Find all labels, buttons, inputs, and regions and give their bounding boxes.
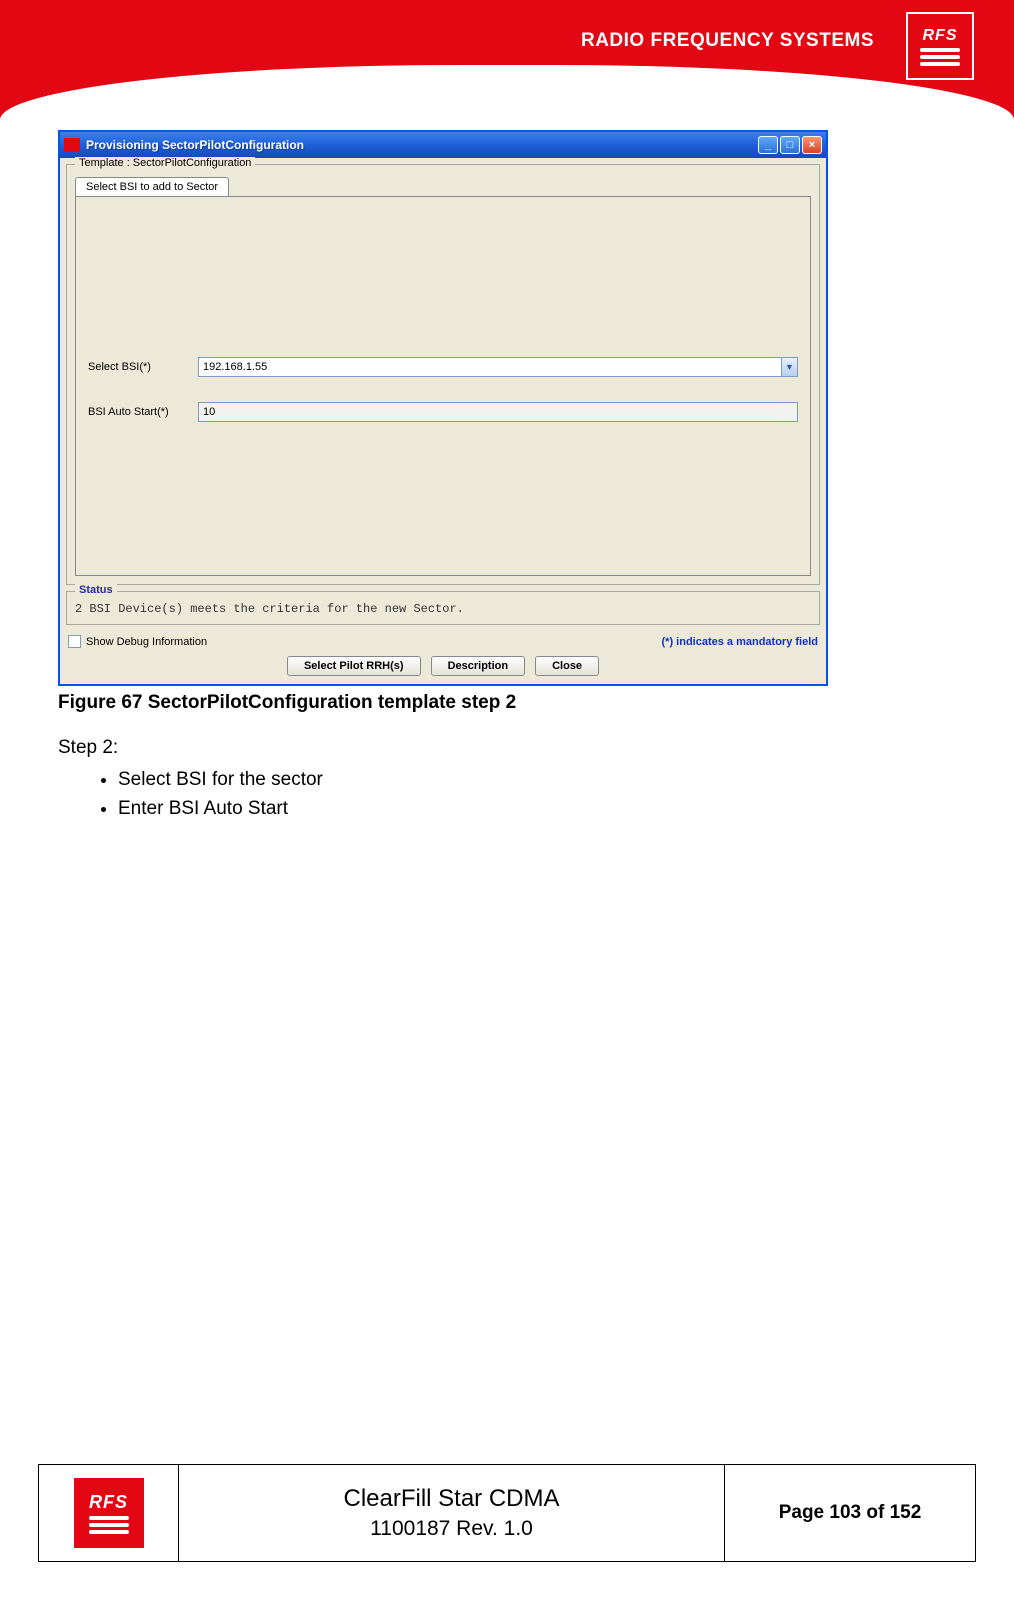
button-row: Select Pilot RRH(s) Description Close xyxy=(60,652,826,684)
select-pilot-rrh-button[interactable]: Select Pilot RRH(s) xyxy=(287,656,421,676)
logo-wave-icon xyxy=(920,62,960,66)
label-bsi-auto-start: BSI Auto Start(*) xyxy=(88,406,198,418)
bullet-item: Select BSI for the sector xyxy=(118,766,956,794)
checkbox-box-icon[interactable] xyxy=(68,635,81,648)
status-legend: Status xyxy=(75,584,117,596)
app-icon xyxy=(64,138,80,152)
show-debug-checkbox[interactable]: Show Debug Information xyxy=(68,635,207,648)
tab-select-bsi[interactable]: Select BSI to add to Sector xyxy=(75,177,229,196)
bullet-item: Enter BSI Auto Start xyxy=(118,795,956,823)
status-text: 2 BSI Device(s) meets the criteria for t… xyxy=(75,602,811,616)
bsi-auto-start-input[interactable] xyxy=(198,402,798,422)
description-button[interactable]: Description xyxy=(431,656,526,676)
row-select-bsi: Select BSI(*) ▼ xyxy=(88,357,798,377)
show-debug-label: Show Debug Information xyxy=(86,636,207,648)
rfs-logo-text: RFS xyxy=(923,27,958,45)
footer-page-number: Page 103 of 152 xyxy=(779,1502,922,1524)
logo-wave-icon xyxy=(89,1516,129,1520)
step-heading: Step 2: xyxy=(58,734,956,762)
rfs-logo: RFS xyxy=(906,12,974,80)
rfs-logo-footer: RFS xyxy=(74,1478,144,1548)
window-title: Provisioning SectorPilotConfiguration xyxy=(86,138,758,152)
footer-logo-cell: RFS xyxy=(39,1465,179,1561)
footer-center-cell: ClearFill Star CDMA 1100187 Rev. 1.0 xyxy=(179,1465,725,1561)
rfs-logo-text-footer: RFS xyxy=(89,1492,128,1513)
template-legend: Template : SectorPilotConfiguration xyxy=(75,157,255,169)
page-footer: RFS ClearFill Star CDMA 1100187 Rev. 1.0… xyxy=(38,1464,976,1562)
step-bullets: Select BSI for the sector Enter BSI Auto… xyxy=(118,766,956,823)
logo-wave-icon xyxy=(920,48,960,52)
header-brand-text: RADIO FREQUENCY SYSTEMS xyxy=(581,30,874,52)
close-dialog-button[interactable]: Close xyxy=(535,656,599,676)
page-content: Provisioning SectorPilotConfiguration _ … xyxy=(58,130,956,825)
status-fieldset: Status 2 BSI Device(s) meets the criteri… xyxy=(66,591,820,625)
row-bsi-auto-start: BSI Auto Start(*) xyxy=(88,402,798,422)
window-titlebar[interactable]: Provisioning SectorPilotConfiguration _ … xyxy=(60,132,826,158)
bottom-row: Show Debug Information (*) indicates a m… xyxy=(60,631,826,652)
chevron-down-icon[interactable]: ▼ xyxy=(781,357,798,377)
form-panel: Select BSI(*) ▼ BSI Auto Start(*) xyxy=(75,196,811,576)
maximize-button[interactable]: □ xyxy=(780,136,800,154)
tab-strip: Select BSI to add to Sector xyxy=(75,177,811,196)
close-button[interactable]: × xyxy=(802,136,822,154)
footer-page-cell: Page 103 of 152 xyxy=(725,1465,975,1561)
logo-wave-icon xyxy=(89,1530,129,1534)
template-fieldset: Template : SectorPilotConfiguration Sele… xyxy=(66,164,820,585)
mandatory-note: (*) indicates a mandatory field xyxy=(662,636,818,648)
body-text: Step 2: Select BSI for the sector Enter … xyxy=(58,734,956,823)
logo-wave-icon xyxy=(920,55,960,59)
minimize-button[interactable]: _ xyxy=(758,136,778,154)
logo-wave-icon xyxy=(89,1523,129,1527)
footer-title: ClearFill Star CDMA xyxy=(343,1485,559,1513)
select-bsi-combo[interactable]: ▼ xyxy=(198,357,798,377)
label-select-bsi: Select BSI(*) xyxy=(88,361,198,373)
footer-subtitle: 1100187 Rev. 1.0 xyxy=(370,1517,533,1541)
figure-caption: Figure 67 SectorPilotConfiguration templ… xyxy=(58,692,956,714)
select-bsi-input[interactable] xyxy=(198,357,781,377)
provisioning-window: Provisioning SectorPilotConfiguration _ … xyxy=(58,130,828,686)
